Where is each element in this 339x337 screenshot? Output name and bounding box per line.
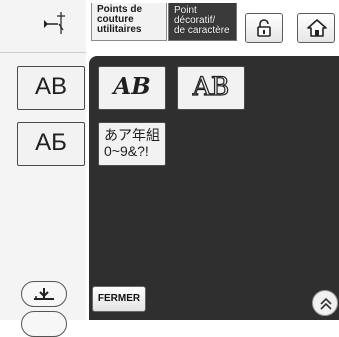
- secondary-oval-button[interactable]: [21, 311, 67, 337]
- font-cyrillic-button[interactable]: АБ: [17, 122, 85, 166]
- home-button[interactable]: [297, 13, 335, 43]
- font-japanese-label-1: あア年組: [104, 127, 160, 143]
- font-cyrillic-label: АБ: [35, 129, 67, 156]
- lock-button[interactable]: [245, 13, 283, 43]
- scroll-up-button[interactable]: [312, 290, 338, 316]
- presser-foot-icon: [34, 288, 54, 300]
- close-button[interactable]: FERMER: [92, 286, 146, 312]
- font-japanese-button[interactable]: あア年組 0~9&?!: [98, 122, 166, 166]
- font-script-button[interactable]: AB: [98, 66, 166, 110]
- tab-decorative-line-3: de caractère: [174, 25, 230, 36]
- font-japanese-label-2: 0~9&?!: [104, 143, 149, 159]
- tab-utility-stitches[interactable]: Points de couture utilitaires: [91, 3, 167, 41]
- divider: [0, 52, 86, 53]
- font-outline-button[interactable]: AB: [177, 66, 245, 110]
- tab-utility-line-3: utilitaires: [97, 24, 142, 35]
- font-outline-label: AB: [192, 71, 230, 101]
- tab-decorative-character[interactable]: Point décoratif/ de caractère: [168, 3, 237, 41]
- font-roman-button[interactable]: AB: [17, 66, 85, 110]
- top-bar: Points de couture utilitaires Point déco…: [86, 0, 339, 51]
- font-script-label: AB: [113, 73, 151, 100]
- presser-foot-button[interactable]: [21, 281, 67, 307]
- needle-position-icon: [44, 12, 65, 34]
- home-icon: [307, 19, 327, 37]
- font-roman-label: AB: [34, 73, 67, 100]
- lock-icon: [257, 19, 271, 37]
- double-chevron-up-icon: [320, 297, 332, 310]
